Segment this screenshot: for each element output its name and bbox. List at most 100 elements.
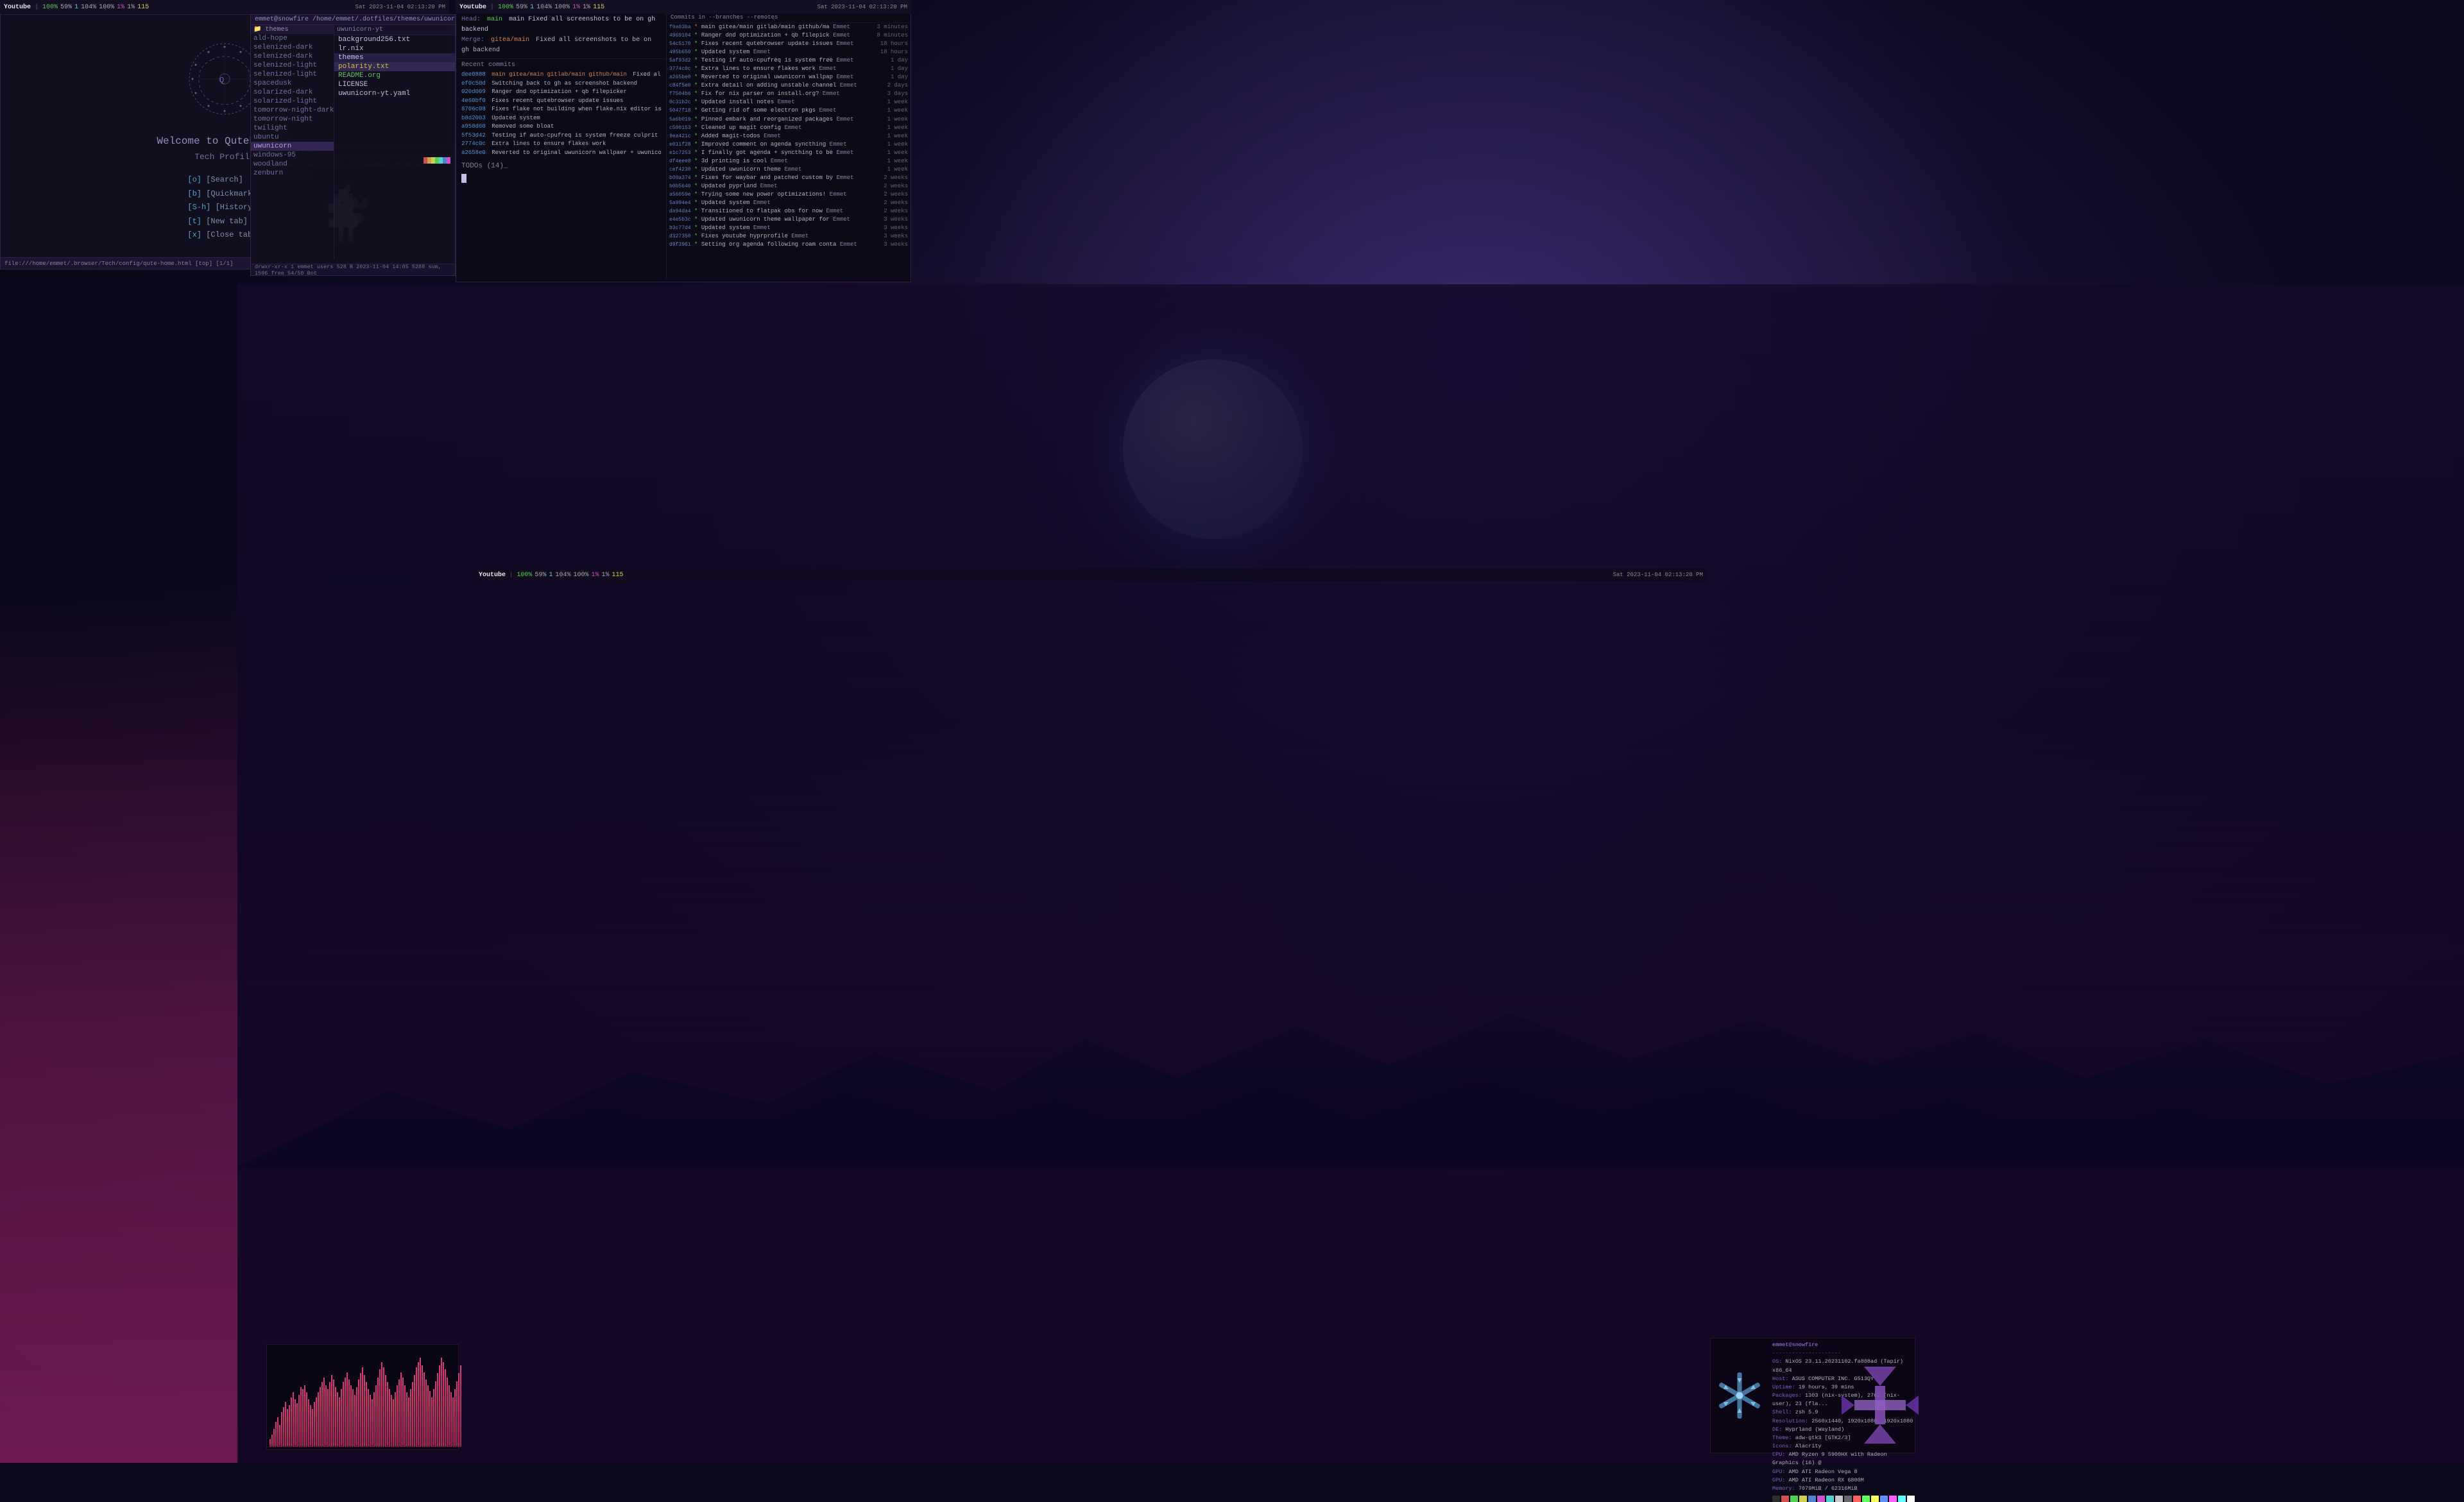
neofetch-color-block bbox=[1826, 1496, 1834, 1502]
cpu-stat: 100% bbox=[42, 4, 58, 11]
dir-windows95[interactable]: windows-95 bbox=[251, 151, 334, 160]
file-background256[interactable]: background256.txt bbox=[334, 35, 455, 44]
dir-selenized-dark-1[interactable]: selenized-dark bbox=[251, 43, 334, 52]
file-uwunicorn-yaml[interactable]: uwunicorn-yt.yaml bbox=[334, 89, 455, 98]
neofetch-color-block bbox=[1871, 1496, 1879, 1502]
commit-ef0c50d[interactable]: ef0c50d Switching back to gh as screensh… bbox=[461, 80, 661, 89]
dir-tomorrow-night[interactable]: tomorrow-night bbox=[251, 115, 334, 124]
viz-bar-91 bbox=[445, 1369, 446, 1447]
log-c84f5e0[interactable]: c84f5e0 * Extra detail on adding unstabl… bbox=[667, 81, 911, 90]
viz-bar-39 bbox=[345, 1378, 346, 1447]
commit-020d009[interactable]: 020d009 Ranger dnd optimization + qb fil… bbox=[461, 88, 661, 97]
viz-bar-51 bbox=[368, 1389, 369, 1447]
log-da94da4[interactable]: da94da4 * Transitioned to flatpak obs fo… bbox=[667, 207, 911, 216]
log-0c31b2c[interactable]: 0c31b2c * Updated install notes Emmet 1 … bbox=[667, 98, 911, 107]
viz-bar-17 bbox=[302, 1389, 304, 1447]
log-9ea421c[interactable]: 9ea421c * Added magit-todos Emmet 1 week bbox=[667, 132, 911, 141]
commit-a2658e0[interactable]: a2658e0 Reverted to original uwunicorn w… bbox=[461, 149, 661, 158]
log-5af93d2[interactable]: 5af93d2 * Testing if auto-cpufreq is sys… bbox=[667, 56, 911, 65]
commit-a958d60[interactable]: a958d60 Removed some bloat bbox=[461, 123, 661, 132]
file-statusbar: drwxr-xr-x 1 emmet users 528 B 2023-11-0… bbox=[251, 264, 455, 275]
dir-uwunicorn[interactable]: uwunicorn bbox=[251, 142, 334, 151]
file-readme[interactable]: README.org bbox=[334, 71, 455, 80]
git-head-section: Head: main main Fixed all screenshots to… bbox=[456, 12, 666, 59]
dir-spacedusk[interactable]: spacedusk bbox=[251, 79, 334, 88]
viz-bar-62 bbox=[389, 1389, 390, 1447]
file-lr-nix[interactable]: lr.nix bbox=[334, 44, 455, 53]
dir-solarized-light[interactable]: solarized-light bbox=[251, 97, 334, 106]
neofetch-color-block bbox=[1772, 1496, 1780, 1502]
log-e4e5b3c[interactable]: e4e5b3c * Updated uwunicorn theme wallpa… bbox=[667, 216, 911, 224]
dir-selenized-light-1[interactable]: selenized-light bbox=[251, 61, 334, 70]
log-495b650[interactable]: 495b650 * Updated system Emmet 18 hours bbox=[667, 48, 911, 56]
profile-subheading: Tech Profile bbox=[194, 152, 255, 162]
viz-bar-11 bbox=[291, 1397, 292, 1447]
dir-ubuntu[interactable]: ubuntu bbox=[251, 133, 334, 142]
viz-bar-5 bbox=[279, 1425, 280, 1447]
commit-2774c0c[interactable]: 2774c0c Extra lines to ensure flakes wor… bbox=[461, 140, 661, 149]
log-e1c7253[interactable]: e1c7253 * I finally got agenda + syncthi… bbox=[667, 149, 911, 157]
dir-parent[interactable]: 📁 themes bbox=[251, 25, 334, 34]
viz-bar-90 bbox=[443, 1362, 444, 1447]
viz-bar-30 bbox=[327, 1389, 329, 1447]
file-license[interactable]: LICENSE bbox=[334, 80, 455, 89]
viz-bar-43 bbox=[352, 1389, 354, 1447]
log-f7504b6[interactable]: f7504b6 * Fix for nix parser on install.… bbox=[667, 90, 911, 98]
file-list: uwunicorn-yt background256.txt lr.nix th… bbox=[334, 25, 455, 260]
log-d9f3961[interactable]: d9f3961 * Setting org agenda following r… bbox=[667, 241, 911, 249]
audio-viz-window bbox=[266, 1344, 459, 1450]
viz-bar-80 bbox=[424, 1372, 425, 1447]
log-5a6b019[interactable]: 5a6b019 * Pinned embark and reorganized … bbox=[667, 115, 911, 124]
log-c500153[interactable]: c500153 * Cleaned up magit config Emmet … bbox=[667, 124, 911, 132]
viz-bar-12 bbox=[293, 1392, 294, 1447]
viz-bar-66 bbox=[397, 1385, 398, 1447]
commit-dee0888[interactable]: dee0888 main gitea/main gitlab/main gith… bbox=[461, 71, 661, 80]
dir-tree: 📁 themes ald-hope selenized-dark seleniz… bbox=[251, 25, 334, 260]
viz-bar-58 bbox=[381, 1362, 382, 1447]
file-themes[interactable]: themes bbox=[334, 53, 455, 62]
log-b3c77d4[interactable]: b3c77d4 * Updated system Emmet 3 weeks bbox=[667, 224, 911, 232]
log-4969104[interactable]: 4969104 * Ranger dnd optimization + qb f… bbox=[667, 31, 911, 40]
log-a265be0[interactable]: a265be0 * Reverted to original uwunicorn… bbox=[667, 73, 911, 81]
log-f9a03ba[interactable]: f9a03ba * main gitea/main gitlab/main gi… bbox=[667, 23, 911, 31]
dir-tomorrow-night-dark[interactable]: tomorrow-night-dark bbox=[251, 106, 334, 115]
log-d327350[interactable]: d327350 * Fixes youtube hyprprofile Emme… bbox=[667, 232, 911, 241]
commit-4e60bf0[interactable]: 4e60bf0 Fixes recent qutebrowser update … bbox=[461, 97, 661, 106]
log-df4eee8[interactable]: df4eee8 * 3d printing is cool Emmet 1 we… bbox=[667, 157, 911, 166]
file-browser-window: emmet@snowfire /home/emmet/.dotfiles/the… bbox=[250, 14, 456, 276]
dir-selenized-light-2[interactable]: selenized-light bbox=[251, 70, 334, 79]
viz-bar-36 bbox=[339, 1397, 340, 1447]
viz-bar-37 bbox=[341, 1389, 342, 1447]
log-b00a374[interactable]: b00a374 * Fixes for waybar and patched c… bbox=[667, 174, 911, 182]
log-b0b5640[interactable]: b0b5640 * Updated pyprland Emmet 2 weeks bbox=[667, 182, 911, 191]
dir-twilight[interactable]: twilight bbox=[251, 124, 334, 133]
log-e011f28[interactable]: e011f28 * Improved comment on agenda syn… bbox=[667, 141, 911, 149]
file-polarity[interactable]: polarity.txt bbox=[334, 62, 455, 71]
viz-bar-89 bbox=[441, 1358, 442, 1447]
log-54c5170[interactable]: 54c5170 * Fixes recent qutebrowser updat… bbox=[667, 40, 911, 48]
dir-ald-hope[interactable]: ald-hope bbox=[251, 34, 334, 43]
dir-selenized-dark-2[interactable]: selenized-dark bbox=[251, 52, 334, 61]
dir-woodland[interactable]: woodland bbox=[251, 160, 334, 169]
log-5047f18[interactable]: 5047f18 * Getting rid of some electron p… bbox=[667, 107, 911, 115]
dir-zenburn[interactable]: zenburn bbox=[251, 169, 334, 178]
viz-bar-78 bbox=[420, 1358, 421, 1447]
viz-bar-23 bbox=[314, 1402, 315, 1447]
cursor-block bbox=[461, 174, 466, 183]
neofetch-color-block bbox=[1835, 1496, 1843, 1502]
log-5a994e4[interactable]: 5a994e4 * Updated system Emmet 2 weeks bbox=[667, 199, 911, 207]
log-3774c0c[interactable]: 3774c0c * Extra lines to ensure flakes w… bbox=[667, 65, 911, 73]
dir-solarized-dark[interactable]: solarized-dark bbox=[251, 88, 334, 97]
viz-bar-26 bbox=[320, 1387, 321, 1447]
log-a56059e[interactable]: a56059e * Trying some new power optimiza… bbox=[667, 191, 911, 199]
viz-bar-47 bbox=[360, 1373, 361, 1447]
log-cef4230[interactable]: cef4230 * Updated uwunicorn theme Emmet … bbox=[667, 166, 911, 174]
viz-bar-63 bbox=[391, 1395, 392, 1447]
viz-bar-33 bbox=[333, 1379, 334, 1447]
commit-5f53d42[interactable]: 5f53d42 Testing if auto-cpufreq is syste… bbox=[461, 132, 661, 141]
viz-bar-94 bbox=[450, 1392, 452, 1447]
viz-bar-86 bbox=[435, 1381, 436, 1447]
commit-8706c08[interactable]: 8706c08 Fixes flake not building when fl… bbox=[461, 105, 661, 114]
commit-b8d2003[interactable]: b8d2003 Updated system bbox=[461, 114, 661, 123]
viz-bar-98 bbox=[458, 1373, 459, 1447]
